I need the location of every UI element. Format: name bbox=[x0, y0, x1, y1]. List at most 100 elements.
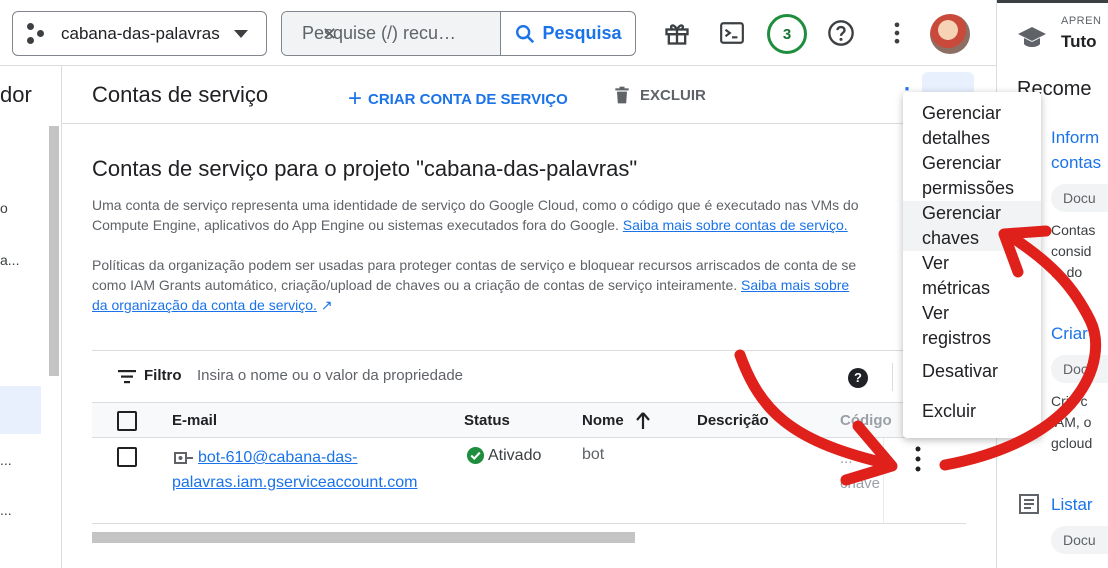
doc-chip: Docu bbox=[1051, 184, 1108, 212]
more-vert-icon[interactable] bbox=[882, 18, 912, 48]
panel-caption: APREN bbox=[1061, 15, 1102, 27]
table-row[interactable]: bot-610@cabana-das- palavras.iam.gservic… bbox=[92, 438, 966, 524]
doc-chip: Docu bbox=[1051, 355, 1108, 383]
nav-item[interactable]: ... bbox=[0, 502, 12, 518]
policy-text: como IAM Grants automático, criação/uplo… bbox=[92, 277, 738, 293]
column-codigo[interactable]: Código bbox=[840, 412, 892, 429]
divider bbox=[883, 438, 884, 524]
filter-label[interactable]: Filtro bbox=[144, 367, 182, 384]
service-account-email-link[interactable]: bot-610@cabana-das- bbox=[198, 445, 357, 470]
terminal-icon[interactable] bbox=[717, 18, 747, 48]
menu-item-manage-permissions[interactable]: Gerenciar permissões bbox=[903, 151, 1041, 201]
menu-item-view-metrics[interactable]: Ver métricas bbox=[903, 251, 1041, 301]
row-actions-more-vert-icon[interactable] bbox=[913, 446, 923, 472]
select-all-checkbox[interactable] bbox=[117, 411, 137, 431]
recommendation-link[interactable]: Criar bbox=[1051, 321, 1088, 346]
nav-item[interactable]: ... bbox=[0, 452, 12, 468]
recommendation-text: Contas bbox=[1051, 222, 1096, 238]
gift-icon[interactable] bbox=[662, 18, 692, 48]
recommendation-text: Crie c bbox=[1051, 393, 1088, 409]
menu-item-view-logs[interactable]: Ver registros bbox=[903, 301, 1041, 351]
nav-item-selected[interactable] bbox=[0, 386, 41, 434]
horizontal-scrollbar[interactable] bbox=[92, 532, 635, 543]
create-service-account-button[interactable]: + CRIAR CONTA DE SERVIÇO bbox=[348, 85, 568, 113]
recommendation-link[interactable]: contas bbox=[1051, 150, 1101, 175]
help-icon[interactable]: ? bbox=[848, 368, 868, 388]
column-status[interactable]: Status bbox=[464, 412, 510, 429]
menu-item-disable[interactable]: Desativar bbox=[903, 359, 1041, 384]
learn-more-link[interactable]: Saiba mais sobre contas de serviço. bbox=[623, 217, 848, 233]
policy-line: como IAM Grants automático, criação/uplo… bbox=[92, 275, 912, 295]
description-line: Compute Engine, aplicativos do App Engin… bbox=[92, 215, 912, 235]
external-link-icon: ↗ bbox=[320, 297, 333, 313]
divider bbox=[892, 363, 893, 391]
project-selector[interactable]: cabana-das-palavras bbox=[12, 11, 267, 56]
filter-bar: Filtro Insira o nome ou o valor da propr… bbox=[92, 350, 966, 402]
project-name: cabana-das-palavras bbox=[61, 23, 220, 43]
search-button-label: Pesquisa bbox=[542, 23, 622, 43]
page-header: Contas de serviço + CRIAR CONTA DE SERVI… bbox=[62, 66, 996, 124]
delete-button[interactable]: EXCLUIR bbox=[612, 85, 706, 105]
nav-item[interactable]: o bbox=[0, 200, 8, 216]
nav-item[interactable]: a... bbox=[0, 252, 19, 268]
learn-more-link[interactable]: Saiba mais sobre bbox=[741, 277, 849, 293]
delete-label: EXCLUIR bbox=[640, 86, 706, 104]
recommendation-text: gcloud bbox=[1051, 435, 1093, 451]
menu-item-label: métricas bbox=[922, 278, 991, 298]
menu-item-label: registros bbox=[922, 328, 992, 348]
menu-item-label: detalhes bbox=[922, 128, 991, 148]
learn-more-link[interactable]: da organização da conta de serviço. bbox=[92, 297, 317, 313]
filter-input[interactable]: Insira o nome ou o valor da propriedade bbox=[197, 367, 463, 384]
recommendation-text: IAM, o bbox=[1051, 414, 1092, 430]
chevron-down-icon bbox=[234, 30, 248, 38]
code-line: ... bbox=[840, 450, 853, 467]
menu-item-label: Ver bbox=[922, 303, 950, 323]
menu-item-label: Excluir bbox=[922, 401, 977, 421]
table-header: E-mail Status Nome Descrição Código bbox=[92, 402, 966, 438]
search-icon bbox=[516, 24, 535, 43]
school-icon bbox=[1018, 27, 1046, 47]
description-line: Uma conta de serviço representa uma iden… bbox=[92, 197, 859, 213]
panel-title: Tuto bbox=[1061, 32, 1097, 51]
row-actions-menu: Gerenciar detalhes Gerenciar permissões … bbox=[903, 92, 1041, 438]
row-checkbox[interactable] bbox=[117, 447, 137, 467]
menu-item-manage-keys[interactable]: Gerenciar chaves bbox=[903, 201, 1041, 251]
menu-item-delete[interactable]: Excluir bbox=[903, 399, 1041, 424]
policy-line: Políticas da organização podem ser usada… bbox=[92, 257, 857, 273]
code-line: chave bbox=[840, 475, 881, 492]
code-cell: ... chave bbox=[840, 446, 880, 496]
sort-arrow-up-icon[interactable] bbox=[635, 412, 651, 430]
status-cell: Ativado bbox=[466, 446, 541, 465]
menu-item-label: Gerenciar bbox=[922, 103, 1002, 123]
service-account-icon bbox=[174, 452, 193, 464]
trash-icon bbox=[615, 86, 629, 104]
help-icon[interactable] bbox=[826, 18, 856, 48]
recommendation-text: ta do bbox=[1051, 264, 1083, 280]
left-nav: dor o a... ... ... bbox=[0, 66, 62, 568]
menu-item-label: Gerenciar bbox=[922, 153, 1002, 173]
search-input[interactable]: Pesquise (/) recu… ✕ bbox=[282, 12, 500, 55]
status-text: Ativado bbox=[488, 446, 542, 464]
column-descricao[interactable]: Descrição bbox=[697, 412, 769, 429]
notifications-badge[interactable]: 3 bbox=[767, 14, 807, 54]
column-email[interactable]: E-mail bbox=[172, 412, 217, 429]
nav-scrollbar[interactable] bbox=[49, 126, 59, 376]
name-cell: bot bbox=[582, 446, 605, 463]
nav-title: dor bbox=[0, 82, 32, 107]
recommendation-link[interactable]: Listar bbox=[1051, 492, 1093, 517]
email-line: bot-610@cabana-das- bbox=[198, 449, 358, 466]
project-hierarchy-icon bbox=[27, 22, 49, 45]
section-heading: Contas de serviço para o projeto "cabana… bbox=[92, 156, 638, 181]
plus-icon: + bbox=[348, 85, 363, 112]
service-account-email-link[interactable]: palavras.iam.gserviceaccount.com bbox=[172, 470, 417, 495]
menu-item-label: Desativar bbox=[922, 361, 999, 381]
column-nome[interactable]: Nome bbox=[582, 412, 624, 429]
recommendation-link[interactable]: Inform bbox=[1051, 125, 1099, 150]
search-button[interactable]: Pesquisa bbox=[500, 12, 635, 55]
recommendation-text: consid bbox=[1051, 243, 1092, 259]
close-icon[interactable]: ✕ bbox=[322, 23, 482, 45]
doc-chip: Docu bbox=[1051, 526, 1108, 554]
menu-item-manage-details[interactable]: Gerenciar detalhes bbox=[903, 101, 1041, 151]
menu-item-label: chaves bbox=[922, 228, 980, 248]
avatar[interactable] bbox=[930, 14, 970, 54]
